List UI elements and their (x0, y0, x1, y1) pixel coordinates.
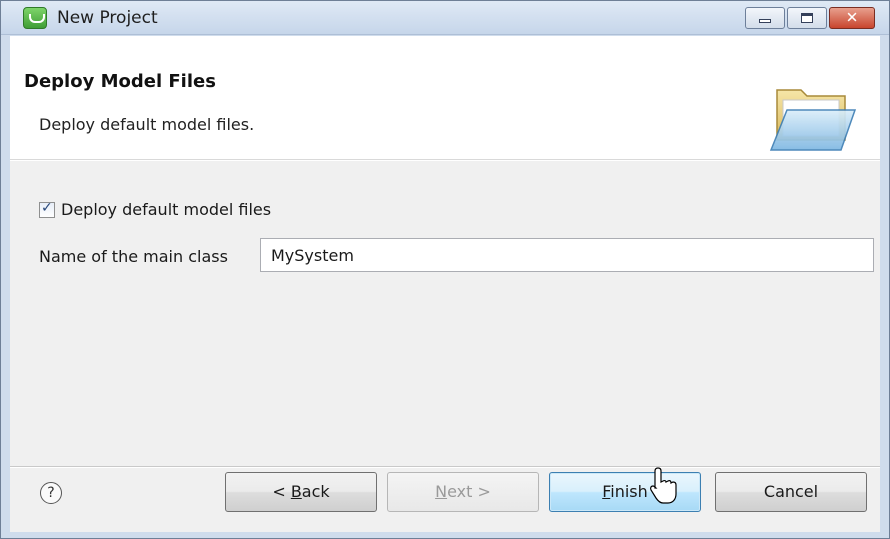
minimize-icon (759, 19, 771, 23)
minimize-button[interactable] (745, 7, 785, 29)
dialog-content: Deploy Model Files Deploy default model … (10, 36, 880, 532)
title-bar[interactable]: New Project ✕ (1, 1, 889, 35)
main-class-label: Name of the main class (39, 247, 228, 266)
back-label: ack (301, 482, 330, 501)
checkmark-icon: ✓ (41, 199, 53, 216)
window-title: New Project (57, 8, 158, 28)
next-button[interactable]: Next > (387, 472, 539, 512)
close-icon: ✕ (845, 8, 859, 27)
back-mnemonic: B (290, 482, 302, 501)
maximize-icon (801, 13, 813, 23)
back-button[interactable]: < Back (225, 472, 377, 512)
wizard-body: ✓ Deploy default model files Name of the… (10, 161, 880, 467)
dialog-window: New Project ✕ Deploy Model Files Deploy … (0, 0, 890, 539)
page-description: Deploy default model files. (39, 115, 255, 134)
app-icon (23, 7, 47, 29)
maximize-button[interactable] (787, 7, 827, 29)
back-prefix: < (272, 482, 291, 501)
main-class-input[interactable] (260, 238, 874, 272)
wizard-header: Deploy Model Files Deploy default model … (10, 36, 880, 160)
next-label: ext > (447, 482, 491, 501)
open-folder-icon (769, 89, 857, 151)
finish-label: inish (610, 482, 648, 501)
cancel-button[interactable]: Cancel (715, 472, 867, 512)
deploy-checkbox-row[interactable]: ✓ Deploy default model files (39, 200, 271, 219)
help-icon[interactable]: ? (40, 482, 62, 504)
close-button[interactable]: ✕ (829, 7, 875, 29)
next-mnemonic: N (435, 482, 448, 501)
page-title: Deploy Model Files (24, 71, 216, 92)
mouse-cursor-icon (650, 467, 677, 504)
deploy-checkbox[interactable]: ✓ (39, 199, 55, 218)
deploy-checkbox-label[interactable]: Deploy default model files (61, 200, 271, 219)
wizard-footer: ? < Back Next > Finish Cancel (10, 468, 880, 532)
